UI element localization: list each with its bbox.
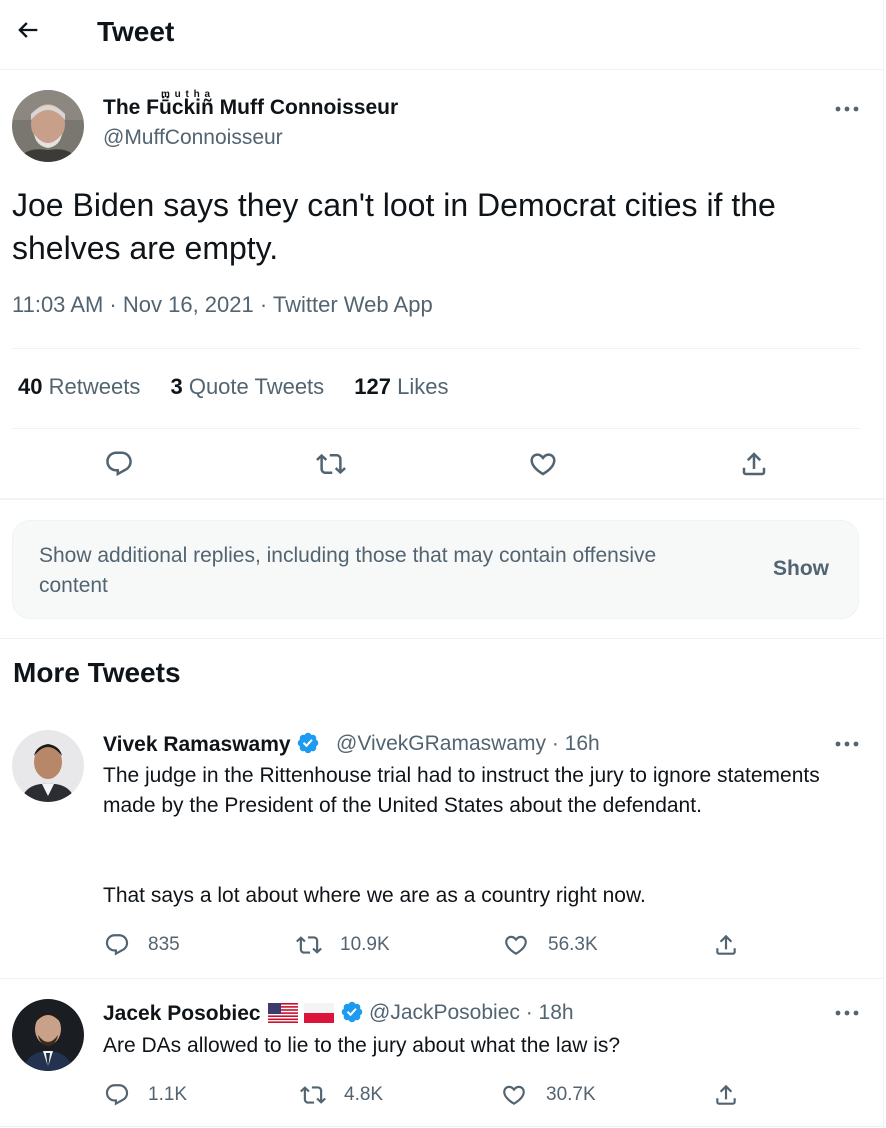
like-count: 30.7K: [546, 1084, 596, 1105]
tweet-timestamp[interactable]: 11:03 AM · Nov 16, 2021 · Twitter Web Ap…: [12, 292, 433, 318]
verified-badge-icon: [298, 732, 319, 754]
retweet-icon[interactable]: [300, 1082, 326, 1108]
tweet-text: Joe Biden says they can't loot in Democr…: [12, 187, 776, 266]
avatar[interactable]: [12, 90, 84, 162]
quote-tweets-stat[interactable]: 3 Quote Tweets: [170, 374, 324, 399]
share-icon[interactable]: [713, 1082, 739, 1108]
author-name[interactable]: Vivek Ramaswamy: [103, 731, 320, 757]
tweet-stats: 40 Retweets 3 Quote Tweets 127 Likes: [18, 374, 473, 400]
back-arrow-icon[interactable]: [14, 16, 42, 44]
author-name[interactable]: Jacek Posobiec: [103, 1000, 364, 1026]
tweet-text: That says a lot about where we are as a …: [103, 884, 646, 907]
divider: [0, 498, 884, 500]
retweet-count: 10.9K: [340, 934, 390, 955]
like-count: 56.3K: [548, 934, 598, 955]
divider: [0, 978, 884, 979]
like-icon[interactable]: [528, 449, 558, 479]
retweets-stat[interactable]: 40 Retweets: [18, 374, 140, 399]
divider: [0, 638, 884, 639]
more-options-icon[interactable]: [834, 1008, 860, 1018]
more-tweets-heading: More Tweets: [13, 657, 181, 688]
page-header: Tweet: [0, 0, 884, 70]
avatar[interactable]: [12, 999, 84, 1071]
like-icon[interactable]: [501, 1082, 527, 1108]
author-name-super: m u t h a: [161, 89, 212, 100]
divider: [0, 1126, 884, 1127]
author-handle[interactable]: @JackPosobiec · 18h: [369, 1001, 574, 1025]
author-handle[interactable]: @VivekGRamaswamy · 16h: [336, 732, 600, 756]
poland-flag-icon: [304, 1003, 335, 1023]
share-icon[interactable]: [713, 932, 739, 958]
reply-icon[interactable]: [104, 449, 134, 479]
reply-icon[interactable]: [104, 932, 130, 958]
divider: [12, 348, 860, 349]
retweet-icon[interactable]: [296, 932, 322, 958]
page-title: Tweet: [97, 16, 175, 47]
share-icon[interactable]: [739, 449, 769, 479]
more-options-icon[interactable]: [834, 104, 860, 114]
reply-icon[interactable]: [104, 1082, 130, 1108]
notice-text: Show additional replies, including those…: [39, 544, 657, 597]
tweet-text: Are DAs allowed to lie to the jury about…: [103, 1034, 621, 1057]
reply-count: 1.1K: [148, 1084, 188, 1105]
avatar[interactable]: [12, 730, 84, 802]
tweet-text: The judge in the Rittenhouse trial had t…: [103, 764, 820, 817]
author-handle[interactable]: @MuffConnoisseur: [103, 126, 283, 150]
author-name[interactable]: m u t h a The Fṻckiñ Muff Connoisseur: [103, 89, 398, 120]
retweet-icon[interactable]: [316, 449, 346, 479]
like-icon[interactable]: [503, 932, 529, 958]
divider: [12, 428, 860, 429]
verified-badge-icon: [341, 1001, 363, 1023]
us-flag-icon: [268, 1003, 299, 1023]
tweet-column: Tweet m u t h a The Fṻckiñ Muff Connoiss…: [0, 0, 884, 1128]
likes-stat[interactable]: 127 Likes: [354, 374, 448, 399]
reply-count: 835: [148, 934, 180, 955]
more-options-icon[interactable]: [834, 739, 860, 749]
additional-replies-notice: Show additional replies, including those…: [12, 520, 859, 619]
show-button[interactable]: Show: [773, 557, 829, 581]
retweet-count: 4.8K: [344, 1084, 384, 1105]
